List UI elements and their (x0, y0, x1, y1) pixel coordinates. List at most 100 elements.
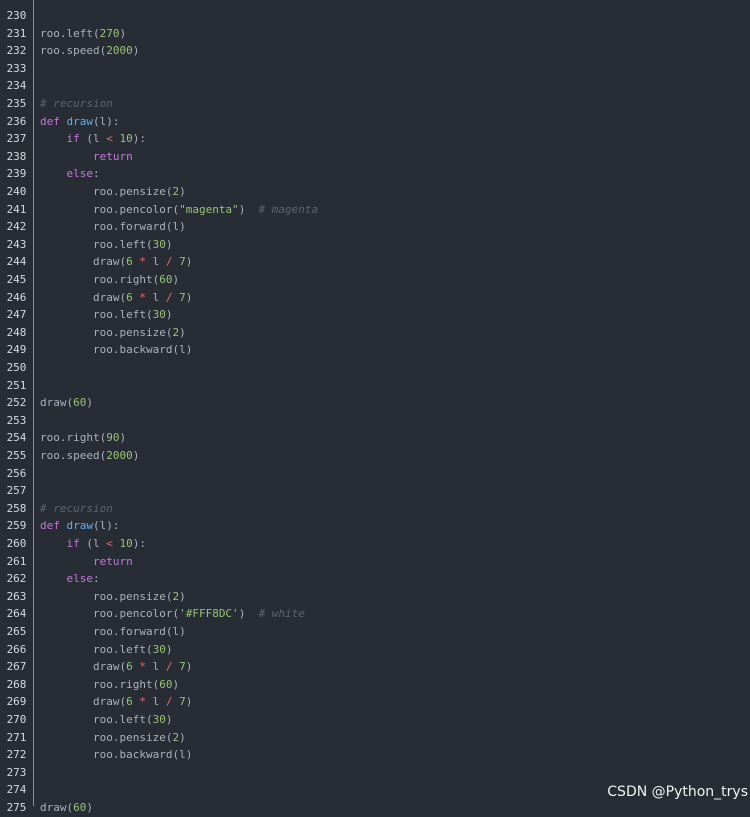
code-line-text: roo.backward(l) (40, 746, 192, 764)
code-line-text: def draw(l): (40, 113, 120, 131)
code-token: (l (79, 537, 107, 550)
code-token: ) (185, 660, 193, 674)
code-line[interactable]: else: (34, 570, 750, 588)
line-number: 254 (6, 431, 27, 445)
code-line[interactable]: roo.right(60) (34, 676, 750, 694)
code-token: ) (238, 607, 259, 621)
code-line-text: roo.left(30) (40, 711, 173, 729)
code-token: roo.left( (40, 713, 153, 726)
code-line-text: roo.right(60) (40, 271, 179, 289)
code-line[interactable]: roo.forward(l) (34, 218, 750, 236)
code-token: ) (132, 44, 140, 58)
code-line[interactable]: # recursion (34, 95, 750, 113)
code-token: roo.backward(l) (40, 343, 193, 357)
code-token: l (145, 695, 166, 709)
code-line-text: return (40, 148, 133, 166)
code-line-text: roo.forward(l) (40, 218, 186, 236)
code-line[interactable]: return (34, 148, 750, 166)
code-line[interactable]: roo.speed(2000) (34, 42, 750, 60)
code-line-text: draw(6 * l / 7) (40, 658, 192, 676)
code-line[interactable]: roo.forward(l) (34, 623, 750, 641)
code-line-text: if (l < 10): (40, 130, 147, 148)
code-line[interactable]: draw(6 * l / 7) (34, 253, 750, 271)
code-token: roo.forward(l) (40, 625, 186, 638)
code-line[interactable]: draw(6 * l / 7) (34, 289, 750, 307)
code-line[interactable] (34, 359, 750, 377)
code-area[interactable]: roo.left(270) roo.speed(2000) # recursion d… (34, 0, 750, 814)
code-line[interactable]: else: (34, 165, 750, 183)
code-line[interactable]: roo.left(30) (34, 641, 750, 659)
code-token: * (139, 660, 146, 674)
code-line[interactable]: draw(60) (34, 799, 750, 817)
code-line[interactable]: if (l < 10): (34, 130, 750, 148)
code-line[interactable]: roo.speed(2000) (34, 447, 750, 465)
line-number: 246 (6, 290, 27, 304)
code-line[interactable]: roo.pensize(2) (34, 183, 750, 201)
code-line[interactable] (34, 77, 750, 95)
code-token: return (92, 554, 133, 568)
line-number: 273 (6, 765, 27, 779)
line-number: 238 (6, 149, 27, 163)
line-number: 231 (6, 26, 27, 40)
code-token: draw( (40, 801, 74, 814)
line-number: 230 (6, 9, 27, 22)
code-token: ) (132, 449, 140, 462)
code-line[interactable]: roo.left(270) (34, 25, 750, 43)
code-token: 10 (119, 132, 133, 146)
code-line[interactable]: roo.backward(l) (34, 341, 750, 359)
code-line[interactable]: # recursion (34, 500, 750, 518)
code-line[interactable]: return (34, 553, 750, 571)
code-line[interactable]: def draw(l): (34, 113, 750, 131)
code-line-text: roo.left(270) (40, 25, 126, 43)
code-line[interactable]: roo.pencolor('#FFF8DC') # white (34, 605, 750, 623)
code-line[interactable]: roo.backward(l) (34, 746, 750, 764)
code-line[interactable]: draw(6 * l / 7) (34, 658, 750, 676)
code-line[interactable]: roo.right(90) (34, 429, 750, 447)
code-line[interactable]: roo.pensize(2) (34, 729, 750, 747)
code-token: "magenta" (179, 202, 239, 216)
code-token: return (92, 149, 133, 163)
code-line[interactable] (34, 412, 750, 430)
line-number: 234 (6, 79, 27, 93)
code-line[interactable]: roo.left(30) (34, 711, 750, 729)
code-line[interactable]: draw(6 * l / 7) (34, 693, 750, 711)
code-editor[interactable]: 230 231 232 233 234 235 236 237 238 239 240 241 242 2… (0, 0, 750, 814)
code-token: draw( (40, 396, 74, 410)
code-line-text: roo.pencolor("magenta") # magenta (40, 201, 318, 219)
code-line[interactable]: roo.left(30) (34, 306, 750, 324)
code-line[interactable]: def draw(l): (34, 517, 750, 535)
code-line[interactable] (34, 377, 750, 395)
code-line[interactable]: draw(60) (34, 394, 750, 412)
line-number: 243 (6, 237, 27, 251)
code-line[interactable] (34, 7, 750, 25)
code-token: # magenta (258, 202, 319, 216)
code-line[interactable] (34, 764, 750, 782)
code-token: ) (165, 237, 173, 251)
code-line-text: roo.pensize(2) (40, 324, 186, 342)
code-line[interactable] (34, 482, 750, 500)
code-line[interactable]: roo.right(60) (34, 271, 750, 289)
code-line[interactable] (34, 60, 750, 78)
code-line[interactable]: if (l < 10): (34, 535, 750, 553)
code-token: : (93, 167, 100, 181)
line-number: 255 (6, 449, 27, 462)
code-token: def (40, 519, 67, 533)
line-number: 257 (6, 484, 27, 498)
code-token: if (66, 132, 80, 146)
code-line[interactable]: roo.pensize(2) (34, 588, 750, 606)
line-number: 239 (6, 167, 27, 181)
code-line-text: roo.right(60) (40, 676, 179, 694)
code-line[interactable]: roo.pencolor("magenta") # magenta (34, 201, 750, 219)
code-line[interactable]: roo.pensize(2) (34, 324, 750, 342)
code-line[interactable]: roo.left(30) (34, 236, 750, 254)
line-number: 258 (6, 501, 27, 515)
code-token: (l): (93, 519, 120, 533)
code-token: l (145, 255, 166, 269)
code-line[interactable] (34, 465, 750, 483)
code-line-text: return (40, 553, 133, 571)
line-number: 270 (6, 713, 27, 726)
